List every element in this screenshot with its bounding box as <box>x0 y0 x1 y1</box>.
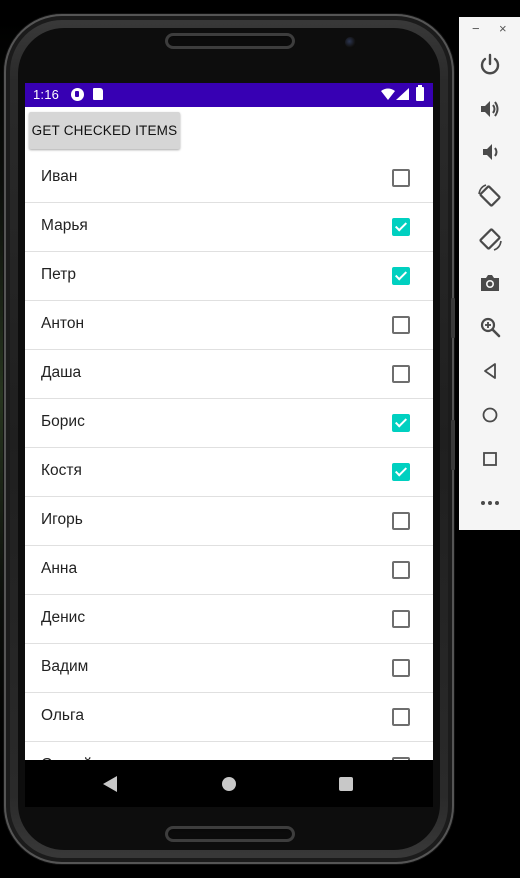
side-power-button <box>451 298 455 338</box>
list-item-label: Денис <box>41 609 86 626</box>
power-icon[interactable] <box>477 52 503 78</box>
list-item-label: Иван <box>41 168 78 185</box>
overview-icon[interactable] <box>477 446 503 472</box>
status-time: 1:16 <box>33 87 60 102</box>
list-item-checkbox[interactable] <box>392 365 410 383</box>
nav-recents-icon[interactable] <box>339 777 353 791</box>
front-camera <box>345 37 356 48</box>
app-notification-icon <box>71 88 84 101</box>
list-item-label: Игорь <box>41 511 83 528</box>
navigation-bar <box>25 760 433 807</box>
nav-back-icon[interactable] <box>103 776 117 792</box>
list-item-checkbox[interactable] <box>392 610 410 628</box>
list-item[interactable]: Костя <box>25 448 433 497</box>
list-item-label: Марья <box>41 217 88 234</box>
list-item-label: Борис <box>41 413 85 430</box>
names-list: Иван Марья Петр Антон Даша Борис Костя Игорь Анн… <box>25 154 433 791</box>
list-item[interactable]: Борис <box>25 399 433 448</box>
list-item[interactable]: Петр <box>25 252 433 301</box>
list-item[interactable]: Марья <box>25 203 433 252</box>
rotate-right-icon[interactable] <box>477 226 503 252</box>
back-icon[interactable] <box>477 358 503 384</box>
list-item-checkbox[interactable] <box>392 659 410 677</box>
rotate-left-icon[interactable] <box>477 183 503 209</box>
top-speaker <box>165 33 295 49</box>
list-item[interactable]: Даша <box>25 350 433 399</box>
list-item-checkbox[interactable] <box>392 218 410 236</box>
list-item-checkbox[interactable] <box>392 512 410 530</box>
side-volume-button <box>451 420 455 470</box>
close-button[interactable]: × <box>499 21 507 36</box>
cell-signal-icon <box>396 88 409 100</box>
list-item-checkbox[interactable] <box>392 561 410 579</box>
list-item-label: Вадим <box>41 658 89 675</box>
home-icon[interactable] <box>477 402 503 428</box>
get-checked-items-button[interactable]: GET CHECKED ITEMS <box>29 112 180 149</box>
list-item-checkbox[interactable] <box>392 708 410 726</box>
camera-icon[interactable] <box>477 270 503 296</box>
list-item[interactable]: Антон <box>25 301 433 350</box>
volume-down-icon[interactable] <box>477 139 503 165</box>
nav-home-icon[interactable] <box>222 777 236 791</box>
battery-icon <box>416 85 424 101</box>
more-icon[interactable] <box>477 490 503 516</box>
list-item-checkbox[interactable] <box>392 463 410 481</box>
list-item-checkbox[interactable] <box>392 267 410 285</box>
list-item[interactable]: Денис <box>25 595 433 644</box>
list-item-label: Анна <box>41 560 78 577</box>
list-item[interactable]: Иван <box>25 154 433 203</box>
volume-up-icon[interactable] <box>477 96 503 122</box>
list-item-label: Петр <box>41 266 76 283</box>
list-item[interactable]: Анна <box>25 546 433 595</box>
minimize-button[interactable]: − <box>472 21 480 36</box>
list-item-checkbox[interactable] <box>392 316 410 334</box>
wifi-icon <box>381 88 395 100</box>
list-item-checkbox[interactable] <box>392 169 410 187</box>
list-item-checkbox[interactable] <box>392 414 410 432</box>
list-item-label: Даша <box>41 364 82 381</box>
emulator-toolbar: − × <box>459 17 520 530</box>
bottom-speaker <box>165 826 295 842</box>
device-screen: 1:16 GET CHECKED ITEMS Иван Марья Петр Анто… <box>25 83 433 807</box>
zoom-icon[interactable] <box>477 314 503 340</box>
list-item[interactable]: Игорь <box>25 497 433 546</box>
list-item[interactable]: Ольга <box>25 693 433 742</box>
list-item-label: Антон <box>41 315 85 332</box>
sd-card-icon <box>93 88 103 100</box>
list-item-label: Костя <box>41 462 82 479</box>
status-bar: 1:16 <box>25 83 433 107</box>
list-item[interactable]: Вадим <box>25 644 433 693</box>
list-item-label: Ольга <box>41 707 84 724</box>
